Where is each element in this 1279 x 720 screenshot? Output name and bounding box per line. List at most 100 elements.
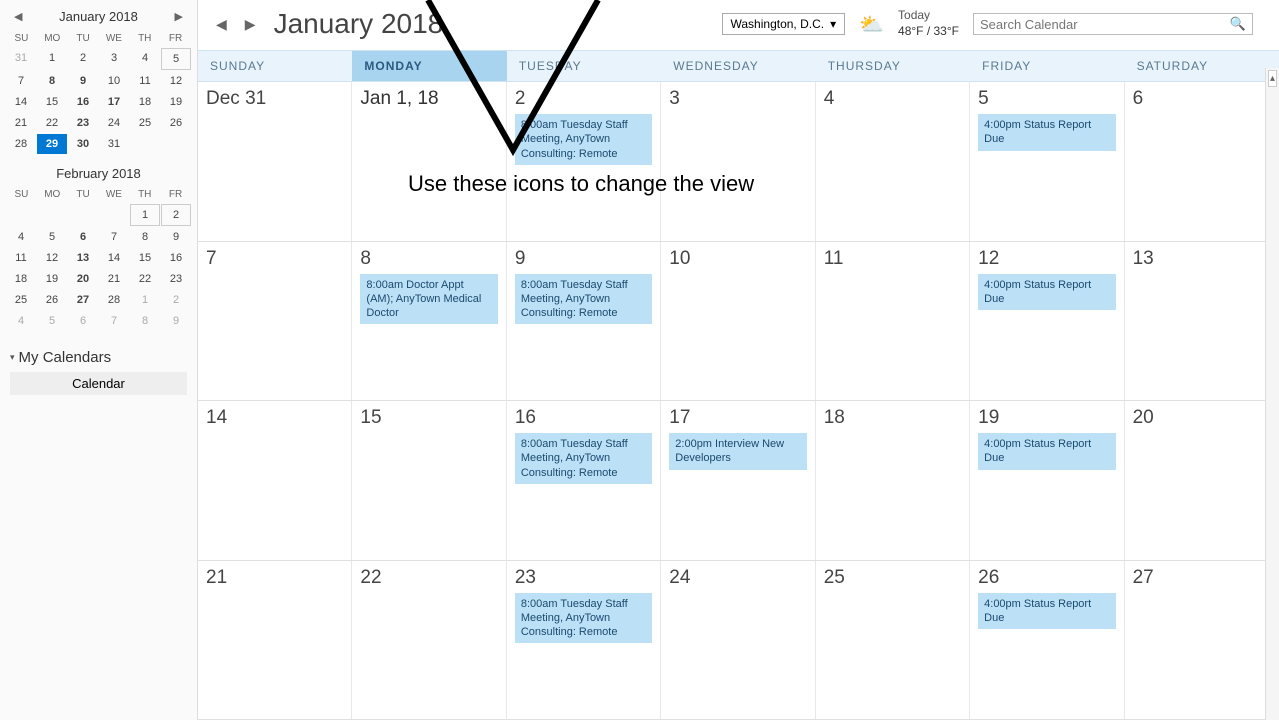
dow-header-thursday[interactable]: THURSDAY (816, 51, 970, 81)
mini-day[interactable]: 6 (68, 227, 98, 247)
day-cell[interactable]: 4 (816, 82, 970, 241)
search-icon[interactable]: 🔍 (1230, 16, 1246, 32)
mini-day[interactable] (37, 204, 67, 226)
mini-day[interactable]: 21 (99, 269, 129, 289)
calendar-event[interactable]: 8:00am Tuesday Staff Meeting, AnyTown Co… (515, 593, 652, 644)
mini-day[interactable]: 8 (130, 311, 160, 331)
day-cell[interactable]: 3 (661, 82, 815, 241)
day-cell[interactable]: 11 (816, 242, 970, 401)
day-cell[interactable]: 7 (198, 242, 352, 401)
day-cell[interactable]: 20 (1125, 401, 1279, 560)
mini-day[interactable]: 24 (99, 113, 129, 133)
mini-day[interactable]: 7 (99, 227, 129, 247)
scrollbar[interactable]: ▴ (1265, 68, 1279, 720)
mini-day[interactable]: 16 (161, 248, 191, 268)
search-box[interactable]: 🔍 (973, 13, 1253, 35)
day-cell[interactable]: 28:00am Tuesday Staff Meeting, AnyTown C… (507, 82, 661, 241)
calendar-event[interactable]: 4:00pm Status Report Due (978, 274, 1115, 311)
day-cell[interactable]: 88:00am Doctor Appt (AM); AnyTown Medica… (352, 242, 506, 401)
day-cell[interactable]: 24 (661, 561, 815, 720)
day-cell[interactable]: 25 (816, 561, 970, 720)
day-cell[interactable]: 21 (198, 561, 352, 720)
mini-day[interactable]: 9 (161, 227, 191, 247)
mini-day[interactable]: 18 (6, 269, 36, 289)
mini-day[interactable]: 29 (37, 134, 67, 154)
mini-day[interactable]: 27 (68, 290, 98, 310)
calendar-event[interactable]: 8:00am Tuesday Staff Meeting, AnyTown Co… (515, 114, 652, 165)
day-cell[interactable]: 124:00pm Status Report Due (970, 242, 1124, 401)
mini-day[interactable] (68, 204, 98, 226)
mini-day[interactable]: 4 (6, 311, 36, 331)
mini-day[interactable] (130, 134, 160, 154)
day-cell[interactable]: 13 (1125, 242, 1279, 401)
prev-month-icon[interactable]: ◀ (212, 14, 231, 35)
dow-header-sunday[interactable]: SUNDAY (198, 51, 352, 81)
mini-day[interactable]: 23 (68, 113, 98, 133)
day-cell[interactable]: 54:00pm Status Report Due (970, 82, 1124, 241)
mini-prev-icon[interactable]: ◀ (8, 8, 28, 25)
mini-day[interactable]: 13 (68, 248, 98, 268)
day-cell[interactable]: 172:00pm Interview New Developers (661, 401, 815, 560)
mini-day[interactable]: 7 (6, 71, 36, 91)
mini-day[interactable]: 9 (161, 311, 191, 331)
mini-day[interactable]: 4 (130, 48, 160, 70)
mini-day[interactable]: 4 (6, 227, 36, 247)
next-month-icon[interactable]: ▶ (241, 14, 260, 35)
mini-day[interactable]: 1 (130, 204, 160, 226)
mini-day[interactable]: 16 (68, 92, 98, 112)
day-cell[interactable]: 10 (661, 242, 815, 401)
mini-day[interactable]: 1 (37, 48, 67, 70)
day-cell[interactable]: 264:00pm Status Report Due (970, 561, 1124, 720)
mini-day[interactable]: 2 (68, 48, 98, 70)
mini-day[interactable]: 10 (99, 71, 129, 91)
day-cell[interactable]: 98:00am Tuesday Staff Meeting, AnyTown C… (507, 242, 661, 401)
mini-day[interactable] (6, 204, 36, 226)
day-cell[interactable]: 238:00am Tuesday Staff Meeting, AnyTown … (507, 561, 661, 720)
mini-day[interactable]: 14 (99, 248, 129, 268)
mini-day[interactable]: 23 (161, 269, 191, 289)
mini-day[interactable]: 11 (130, 71, 160, 91)
mini-day[interactable]: 25 (6, 290, 36, 310)
calendar-event[interactable]: 8:00am Tuesday Staff Meeting, AnyTown Co… (515, 274, 652, 325)
mini-day[interactable]: 31 (99, 134, 129, 154)
mini-day[interactable]: 7 (99, 311, 129, 331)
mini-day[interactable]: 3 (99, 48, 129, 70)
day-cell[interactable]: 15 (352, 401, 506, 560)
mini-day[interactable]: 15 (130, 248, 160, 268)
mini-day[interactable]: 18 (130, 92, 160, 112)
day-cell[interactable]: 27 (1125, 561, 1279, 720)
calendar-event[interactable]: 8:00am Tuesday Staff Meeting, AnyTown Co… (515, 433, 652, 484)
dow-header-tuesday[interactable]: TUESDAY (507, 51, 661, 81)
mini-day[interactable]: 28 (6, 134, 36, 154)
location-dropdown[interactable]: Washington, D.C. ▾ (722, 13, 846, 35)
mini-day[interactable]: 2 (161, 290, 191, 310)
mini-day[interactable]: 8 (37, 71, 67, 91)
calendar-event[interactable]: 8:00am Doctor Appt (AM); AnyTown Medical… (360, 274, 497, 325)
mini-day[interactable]: 21 (6, 113, 36, 133)
day-cell[interactable]: 194:00pm Status Report Due (970, 401, 1124, 560)
mini-day[interactable]: 5 (37, 311, 67, 331)
mini-day[interactable]: 12 (37, 248, 67, 268)
mini-day[interactable] (99, 204, 129, 226)
day-cell[interactable]: 18 (816, 401, 970, 560)
mini-day[interactable]: 22 (37, 113, 67, 133)
calendar-event[interactable]: 4:00pm Status Report Due (978, 433, 1115, 470)
mini-day[interactable]: 28 (99, 290, 129, 310)
mini-day[interactable]: 12 (161, 71, 191, 91)
dow-header-wednesday[interactable]: WEDNESDAY (661, 51, 815, 81)
mini-day[interactable] (161, 134, 191, 154)
day-cell[interactable]: 168:00am Tuesday Staff Meeting, AnyTown … (507, 401, 661, 560)
mini-day[interactable]: 22 (130, 269, 160, 289)
dow-header-friday[interactable]: FRIDAY (970, 51, 1124, 81)
mini-day[interactable]: 15 (37, 92, 67, 112)
mini-day[interactable]: 17 (99, 92, 129, 112)
mini-day[interactable]: 30 (68, 134, 98, 154)
my-calendars-toggle[interactable]: ▾ My Calendars (10, 349, 187, 366)
day-cell[interactable]: 6 (1125, 82, 1279, 241)
mini-day[interactable]: 2 (161, 204, 191, 226)
day-cell[interactable]: 22 (352, 561, 506, 720)
search-input[interactable] (980, 17, 1230, 32)
calendar-event[interactable]: 4:00pm Status Report Due (978, 593, 1115, 630)
mini-day[interactable]: 25 (130, 113, 160, 133)
calendar-list-item[interactable]: Calendar (10, 372, 187, 395)
